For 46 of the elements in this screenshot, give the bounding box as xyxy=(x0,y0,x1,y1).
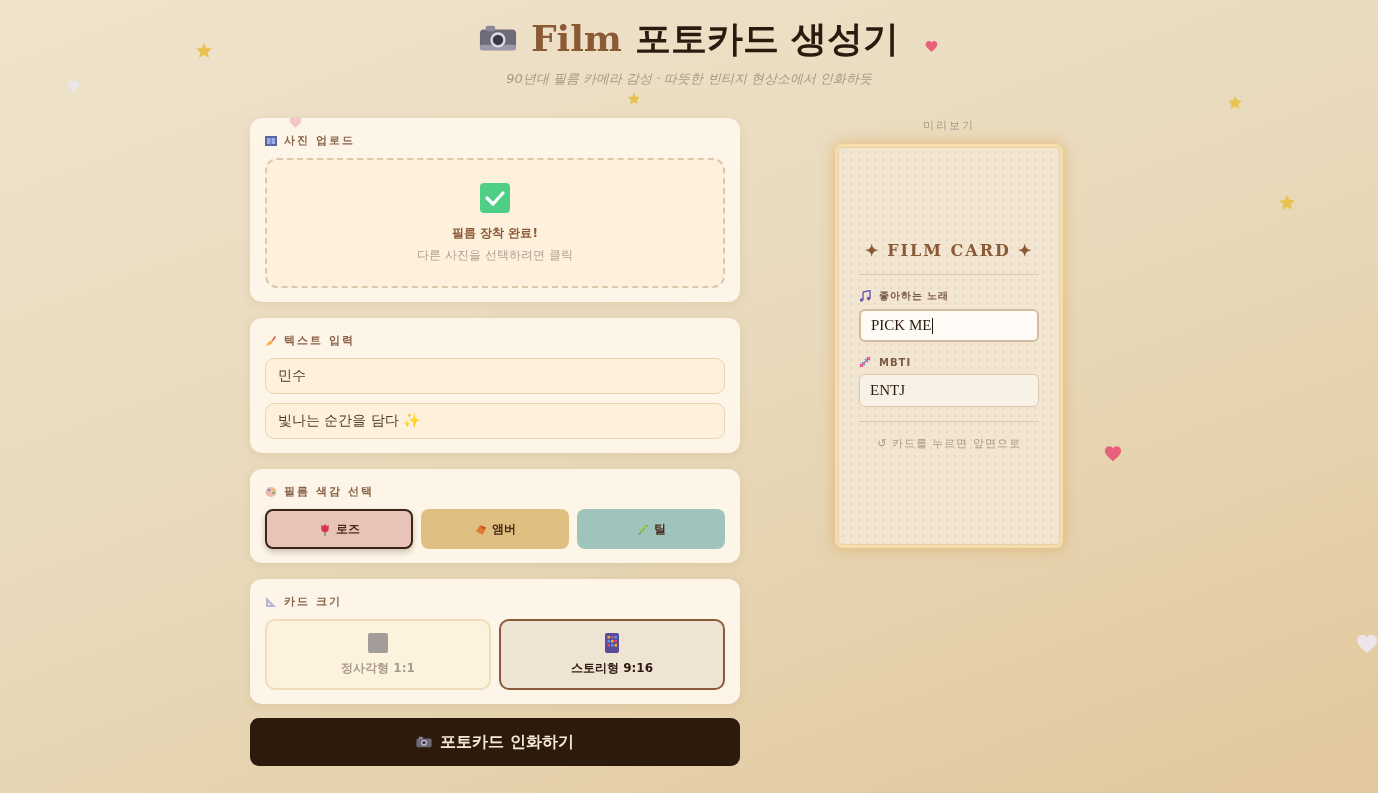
card-title: ✦ FILM CARD ✦ xyxy=(859,241,1039,275)
size-option[interactable]: 스토리형 9:16 xyxy=(499,619,725,690)
star-icon xyxy=(627,92,641,106)
heart-icon xyxy=(1104,445,1122,463)
tone-button[interactable]: 로즈 xyxy=(265,509,413,549)
star-icon xyxy=(1227,95,1243,111)
upload-hint: 다른 사진을 선택하려면 클릭 xyxy=(417,246,573,264)
field-label: MBTI xyxy=(879,356,912,368)
text-field[interactable]: 민수 xyxy=(265,358,725,394)
phone-icon xyxy=(602,633,622,654)
print-button[interactable]: 포토카드 인화하기 xyxy=(250,718,740,766)
section-heading: 카드 크기 xyxy=(284,594,342,609)
section-heading: 텍스트 입력 xyxy=(284,333,355,348)
heart-icon xyxy=(925,40,938,53)
upload-dropzone[interactable]: 필름 장착 완료! 다른 사진을 선택하려면 클릭 xyxy=(265,158,725,288)
leaf-icon xyxy=(474,522,487,536)
card-field[interactable]: ENTJ xyxy=(859,374,1039,407)
film-icon xyxy=(265,134,277,147)
camera-icon xyxy=(478,23,517,53)
upload-status: 필름 장착 완료! xyxy=(452,224,538,242)
heart-icon xyxy=(289,116,302,129)
field-label: 좋아하는 노래 xyxy=(879,289,950,303)
photo-card[interactable]: ✦ FILM CARD ✦ 좋아하는 노래 PICK ME MBTI ENTJ ↺ 카드를 누르면 앞면으로 xyxy=(838,147,1060,545)
dna-icon xyxy=(859,356,871,368)
card-hint: ↺ 카드를 누르면 앞면으로 xyxy=(877,436,1021,451)
herb-icon xyxy=(636,522,649,536)
star-icon xyxy=(195,42,213,60)
preview-label: 미리보기 xyxy=(923,118,975,133)
heart-icon xyxy=(1356,633,1378,655)
tone-button[interactable]: 앰버 xyxy=(421,509,569,549)
camera-icon xyxy=(416,736,433,748)
title-text: 포토카드 생성기 xyxy=(634,17,900,59)
tone-button[interactable]: 틸 xyxy=(577,509,725,549)
ruler-triangle-icon xyxy=(265,595,277,608)
rose-icon xyxy=(318,522,331,536)
text-field[interactable]: 빛나는 순간을 담다 ✨ xyxy=(265,403,725,439)
star-icon xyxy=(1278,194,1296,212)
section-heading: 필름 색감 선택 xyxy=(284,484,374,499)
heart-icon xyxy=(67,80,80,93)
subtitle: 90년대 필름 카메라 감성 · 따뜻한 빈티지 현상소에서 인화하듯 xyxy=(506,70,872,88)
palette-icon xyxy=(265,485,277,498)
music-note-icon xyxy=(859,290,871,302)
title-latin: Film xyxy=(530,17,622,59)
square-icon xyxy=(368,633,388,654)
section-heading: 사진 업로드 xyxy=(284,133,355,148)
card-field[interactable]: PICK ME xyxy=(859,309,1039,342)
